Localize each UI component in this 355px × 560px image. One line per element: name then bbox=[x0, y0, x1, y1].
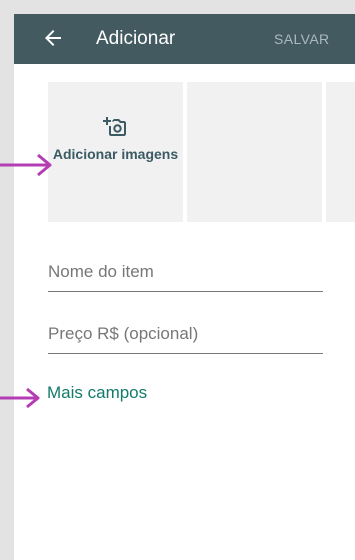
add-images-tile[interactable]: Adicionar imagens bbox=[48, 82, 183, 222]
app-screen: Adicionar SALVAR Adicionar imagens Mais … bbox=[14, 14, 355, 560]
photo-slot[interactable] bbox=[187, 82, 322, 222]
annotation-arrow-icon bbox=[0, 387, 40, 409]
price-field bbox=[48, 319, 323, 354]
arrow-back-icon[interactable] bbox=[41, 26, 65, 50]
item-name-input[interactable] bbox=[48, 257, 323, 287]
item-name-field bbox=[48, 257, 323, 292]
app-bar: Adicionar SALVAR bbox=[14, 14, 355, 64]
photo-strip: Adicionar imagens bbox=[48, 82, 355, 222]
page-title: Adicionar bbox=[96, 28, 176, 49]
save-button[interactable]: SALVAR bbox=[274, 29, 330, 49]
more-fields-link[interactable]: Mais campos bbox=[47, 382, 147, 404]
add-images-label: Adicionar imagens bbox=[52, 146, 179, 162]
photo-slot[interactable] bbox=[326, 82, 355, 222]
add-camera-icon bbox=[103, 117, 126, 136]
price-input[interactable] bbox=[48, 319, 323, 349]
annotation-arrow-icon bbox=[0, 153, 52, 177]
